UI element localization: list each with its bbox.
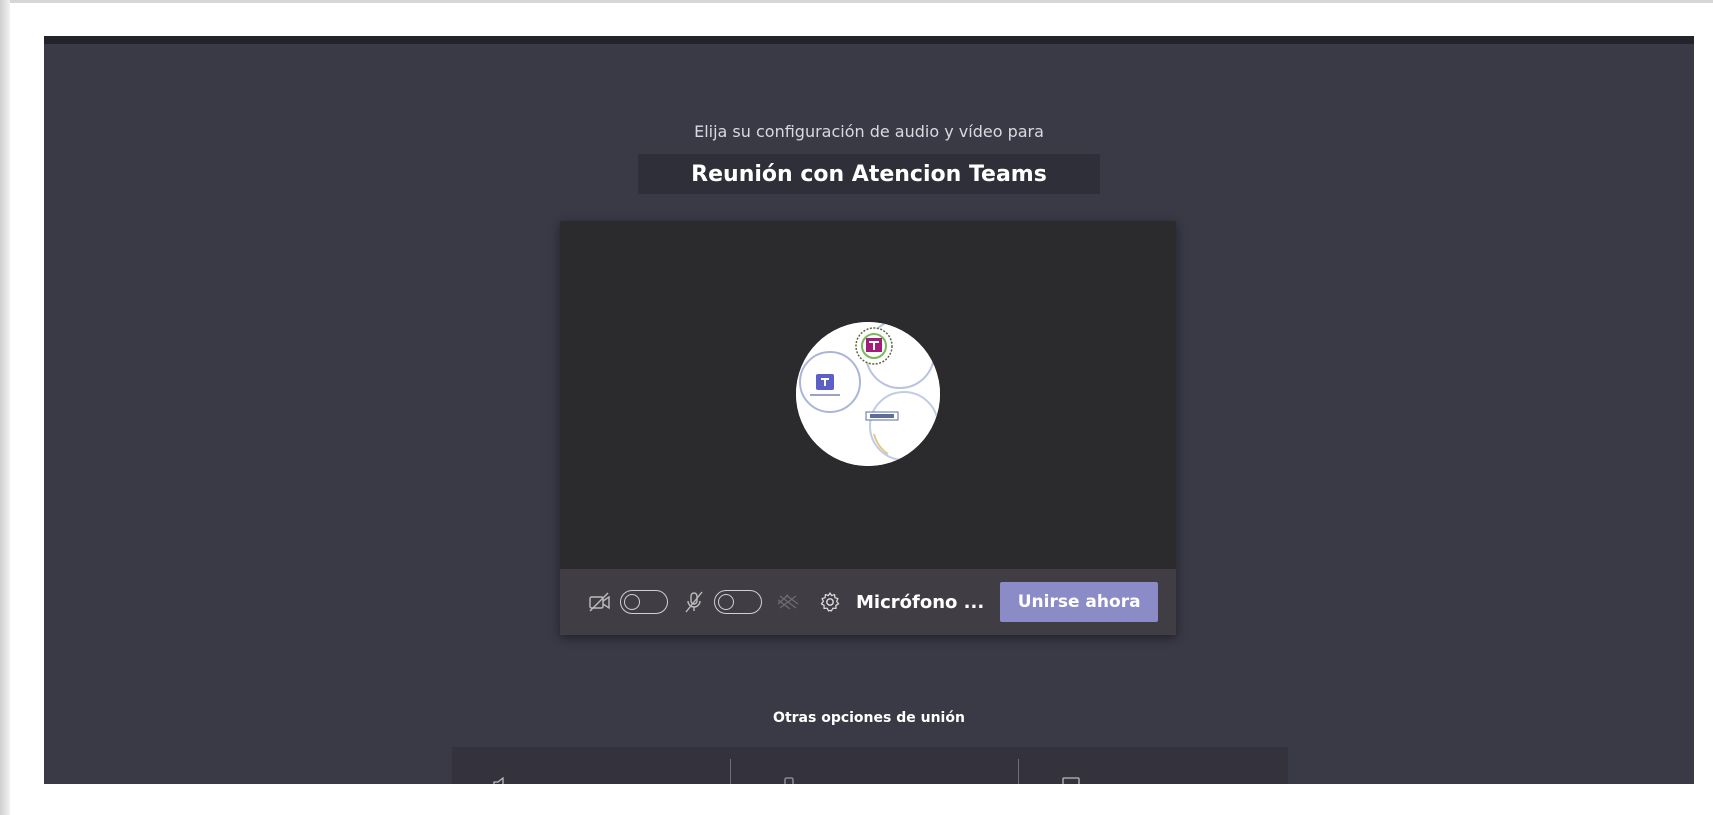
join-now-button[interactable]: Unirse ahora [1000,582,1159,622]
phone-icon [784,777,794,784]
camera-off-icon[interactable] [586,588,614,616]
avatar-logo-image [796,322,940,466]
background-blur-icon[interactable] [774,588,802,616]
meeting-title-box: Reunión con Atencion Teams [638,154,1100,194]
teams-prejoin-window: Elija su configuración de audio y vídeo … [44,36,1694,784]
screenshot-frame: Elija su configuración de audio y vídeo … [0,0,1713,815]
gear-icon[interactable] [816,588,844,616]
frame-top-edge [0,0,1713,3]
speaker-off-icon [493,777,504,784]
camera-toggle[interactable] [620,590,668,614]
add-room-option[interactable] [1062,777,1080,784]
meeting-title: Reunión con Atencion Teams [691,161,1047,187]
option-divider [730,759,731,784]
camera-toggle-knob [624,593,640,610]
phone-audio-option[interactable] [782,777,796,784]
mic-toggle[interactable] [714,590,762,614]
avatar [796,322,940,466]
other-join-options-bar [452,747,1288,784]
audio-off-option[interactable] [492,777,510,784]
join-prompt: Elija su configuración de audio y vídeo … [694,122,1044,141]
other-options-title: Otras opciones de unión [773,710,965,726]
room-device-icon [1062,777,1080,784]
mic-off-icon[interactable] [680,588,708,616]
device-settings-label[interactable]: Micrófono ... [856,592,984,613]
option-divider [1018,759,1019,784]
device-control-bar: Micrófono ... Unirse ahora [560,569,1176,635]
video-preview-card: Micrófono ... Unirse ahora [560,221,1176,635]
mic-toggle-knob [718,593,734,610]
frame-left-edge [0,0,10,815]
